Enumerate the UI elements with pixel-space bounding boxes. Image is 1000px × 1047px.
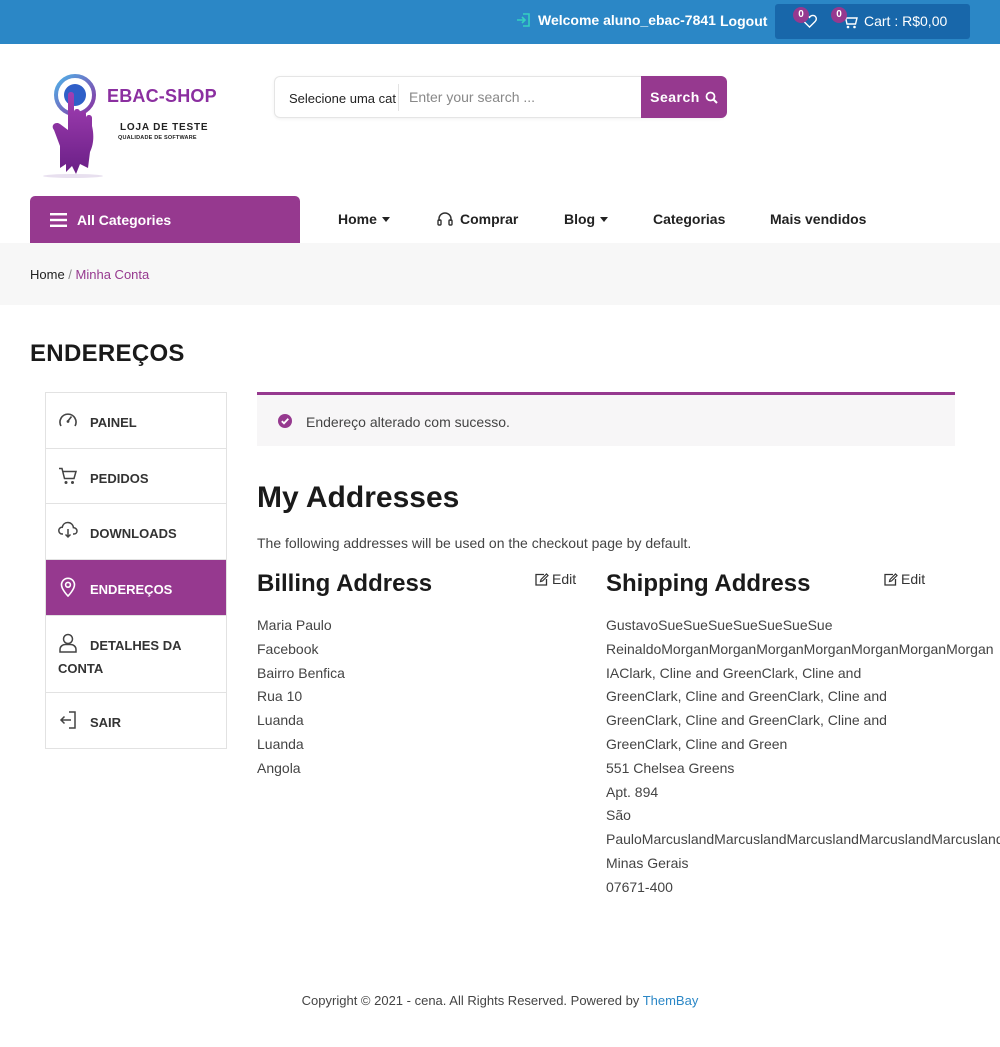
- sidebar-item-painel[interactable]: PAINEL: [46, 393, 226, 449]
- nav-home-label: Home: [338, 211, 377, 227]
- sidebar-item-detalhes-da-conta[interactable]: DETALHES DA CONTA: [46, 616, 226, 693]
- map-pin-icon: [60, 577, 76, 597]
- notice-message: Endereço alterado com sucesso.: [306, 414, 510, 430]
- address-line: Apt. 894: [606, 783, 659, 800]
- address-line: Luanda: [257, 712, 304, 729]
- chevron-down-icon: [600, 216, 609, 222]
- address-line: Rua 10: [257, 688, 303, 705]
- address-line: 551 Chelsea Greens: [606, 759, 735, 776]
- logout-icon: [59, 711, 76, 729]
- cloud-download-icon: [58, 521, 78, 539]
- address-line: GreenClark, Cline and Green: [606, 735, 788, 752]
- chevron-down-icon: [381, 216, 390, 222]
- nav-mais-vendidos-label: Mais vendidos: [770, 211, 867, 227]
- edit-icon: [535, 572, 549, 586]
- sidebar-item-label: PEDIDOS: [90, 471, 149, 486]
- address-line: Maria Paulo: [257, 617, 332, 633]
- nav-comprar[interactable]: Comprar: [437, 211, 518, 227]
- footer-copyright: Copyright © 2021 - cena. All Rights Rese…: [301, 993, 643, 1008]
- logo-subtitle: LOJA DE TESTE: [120, 122, 209, 133]
- success-notice: Endereço alterado com sucesso.: [257, 392, 955, 446]
- logo-title: EBAC-SHOP: [107, 86, 217, 106]
- sidebar-item-label: DETALHES DA CONTA: [58, 638, 181, 676]
- menu-icon: [50, 212, 67, 227]
- footer-thembay-link[interactable]: ThemBay: [643, 993, 699, 1008]
- all-categories-label: All Categories: [77, 211, 172, 228]
- site-logo[interactable]: EBAC-SHOP LOJA DE TESTE QUALIDADE DE SOF…: [38, 68, 228, 180]
- address-line: Bairro Benfica: [257, 664, 345, 681]
- login-icon: [517, 13, 530, 27]
- category-select[interactable]: Selecione uma cat: [289, 91, 396, 106]
- breadcrumb-separator: /: [64, 267, 76, 282]
- billing-edit-link[interactable]: Edit: [535, 571, 576, 587]
- search-icon: [705, 91, 718, 104]
- all-categories-button[interactable]: All Categories: [30, 196, 300, 243]
- cart-total[interactable]: Cart : R$0,00: [864, 13, 947, 29]
- sidebar-item-label: PAINEL: [90, 415, 137, 430]
- logout-link[interactable]: Logout: [720, 13, 767, 29]
- search-button[interactable]: Search: [641, 76, 727, 118]
- footer: Copyright © 2021 - cena. All Rights Rese…: [0, 993, 1000, 1008]
- sidebar-item-enderecos[interactable]: ENDEREÇOS: [46, 560, 226, 616]
- logo-hand-icon: [43, 74, 103, 178]
- sidebar-item-label: DOWNLOADS: [90, 526, 177, 541]
- sidebar-item-pedidos[interactable]: PEDIDOS: [46, 449, 226, 504]
- address-line: PauloMarcuslandMarcuslandMarcuslandMarcu…: [606, 831, 1000, 848]
- address-line: GreenClark, Cline and GreenClark, Cline …: [606, 712, 887, 729]
- nav-categorias[interactable]: Categorias: [653, 211, 725, 227]
- address-line: 07671-400: [606, 878, 673, 895]
- page-title: ENDEREÇOS: [30, 340, 185, 367]
- billing-edit-label: Edit: [552, 571, 577, 587]
- address-line: São: [606, 807, 631, 824]
- breadcrumb-bar: Home / Minha Conta: [0, 243, 1000, 305]
- check-circle-icon: [278, 414, 292, 428]
- welcome-message: Welcome aluno_ebac-7841 !: [516, 12, 724, 28]
- shipping-edit-link[interactable]: Edit: [884, 571, 925, 587]
- address-line: Luanda: [257, 735, 304, 752]
- welcome-text: Welcome aluno_ebac-7841 !: [538, 12, 725, 28]
- nav-home[interactable]: Home: [338, 211, 390, 227]
- shipping-edit-label: Edit: [901, 571, 926, 587]
- shipping-address-title: Shipping Address: [606, 570, 811, 597]
- cart-count-badge: 0: [831, 7, 847, 23]
- sidebar-item-sair[interactable]: SAIR: [46, 693, 226, 748]
- sidebar-item-label: SAIR: [90, 715, 122, 730]
- search-bar: Selecione uma cat Search: [274, 76, 727, 118]
- wishlist-count-badge: 0: [793, 7, 809, 23]
- headset-icon: [437, 211, 453, 226]
- search-divider: [398, 84, 399, 111]
- search-input[interactable]: [403, 83, 633, 111]
- account-sidebar: PAINEL PEDIDOS DOWNLOADS ENDEREÇOS DETAL…: [45, 392, 227, 749]
- sidebar-item-downloads[interactable]: DOWNLOADS: [46, 504, 226, 560]
- billing-address-title: Billing Address: [257, 570, 433, 597]
- top-bar: Welcome aluno_ebac-7841 ! Logout 0 0 Car…: [0, 0, 1000, 44]
- address-line: Angola: [257, 759, 301, 776]
- nav-blog[interactable]: Blog: [564, 211, 609, 227]
- nav-categorias-label: Categorias: [653, 211, 726, 227]
- cart-icon: [59, 467, 77, 484]
- edit-icon: [884, 572, 898, 586]
- sidebar-item-label: ENDEREÇOS: [90, 582, 173, 597]
- dashboard-icon: [59, 413, 77, 427]
- search-button-label: Search: [650, 89, 700, 105]
- nav-comprar-label: Comprar: [460, 211, 519, 227]
- address-line: Minas Gerais: [606, 854, 689, 871]
- logo-tagline: QUALIDADE DE SOFTWARE: [118, 135, 197, 141]
- billing-address: Maria Paulo Facebook Bairro Benfica Rua …: [257, 614, 345, 781]
- cart-box[interactable]: 0 0 Cart : R$0,00: [775, 4, 970, 39]
- breadcrumb: Home / Minha Conta: [30, 267, 149, 282]
- nav-mais-vendidos[interactable]: Mais vendidos: [770, 211, 866, 227]
- addresses-heading: My Addresses: [257, 481, 460, 514]
- breadcrumb-home-link[interactable]: Home: [30, 267, 65, 282]
- breadcrumb-current: Minha Conta: [75, 267, 150, 282]
- nav-blog-label: Blog: [564, 211, 596, 227]
- address-line: GreenClark, Cline and GreenClark, Cline …: [606, 688, 887, 705]
- address-line: GustavoSueSueSueSueSueSueSue: [606, 617, 833, 633]
- address-line: IAClark, Cline and GreenClark, Cline and: [606, 664, 862, 681]
- address-line: Facebook: [257, 640, 319, 657]
- address-line: ReinaldoMorganMorganMorganMorganMorganMo…: [606, 640, 994, 657]
- addresses-intro: The following addresses will be used on …: [257, 535, 692, 551]
- shipping-address: GustavoSueSueSueSueSueSueSue ReinaldoMor…: [606, 614, 1000, 900]
